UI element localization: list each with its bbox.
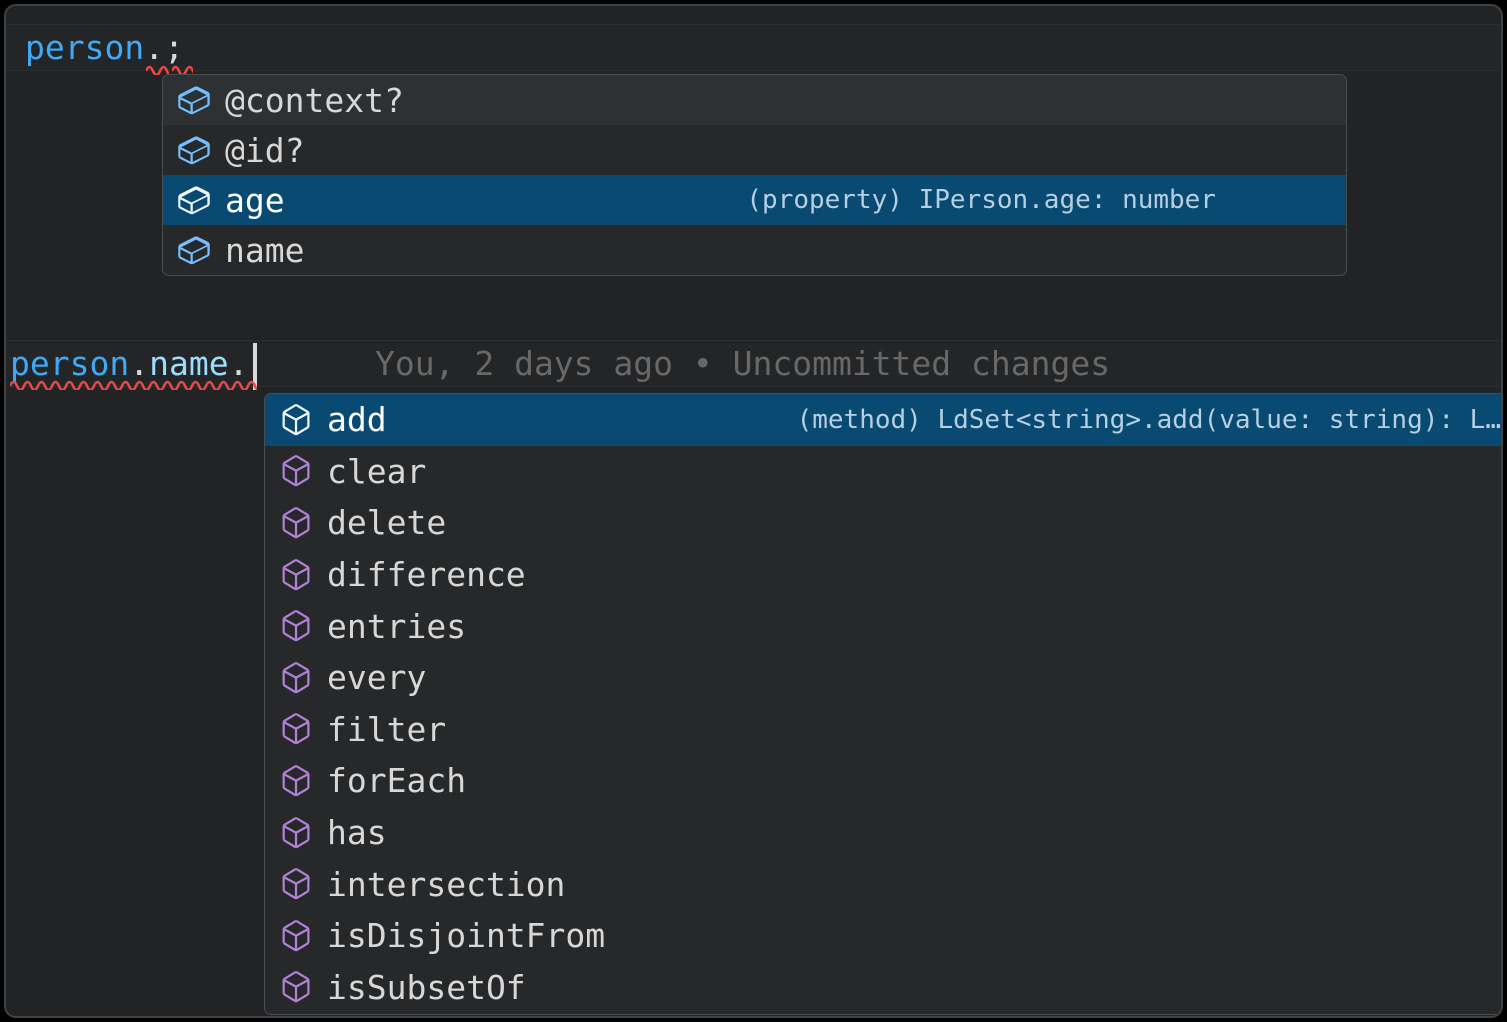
symbol-method-icon [278,557,314,593]
suggestion-label: age [225,181,285,220]
code-token: name [149,344,228,383]
symbol-method-icon [278,815,314,851]
symbol-field-icon [176,132,212,168]
symbol-method-icon [278,711,314,747]
code-text: person.name. [10,341,248,386]
suggestion-item[interactable]: isDisjointFrom [265,910,1503,962]
suggestion-item[interactable]: clear [265,446,1503,498]
suggestion-detail: (method) LdSet<string>.add(value: string… [797,405,1501,435]
suggestion-label: every [327,658,426,697]
suggestion-item[interactable]: @id? [163,125,1346,175]
suggestion-label: isDisjointFrom [327,916,605,955]
code-token: ; [164,28,184,67]
suggestion-label: has [327,813,387,852]
suggestion-item[interactable]: isSubsetOf [265,962,1503,1014]
suggestion-item[interactable]: entries [265,600,1503,652]
suggestion-item[interactable]: forEach [265,755,1503,807]
symbol-method-icon [278,453,314,489]
symbol-method-icon [278,866,314,902]
suggest-widget-bottom: add (method) LdSet<string>.add(value: str… [264,393,1503,1015]
suggestion-item[interactable]: @context? [163,75,1346,125]
suggestion-item[interactable]: delete [265,497,1503,549]
suggestion-item[interactable]: intersection [265,858,1503,910]
code-token: person [10,344,129,383]
suggestion-label: forEach [327,761,466,800]
symbol-field-icon [176,182,212,218]
code-token: . [144,28,164,67]
suggestion-item[interactable]: difference [265,549,1503,601]
symbol-method-icon [278,918,314,954]
suggestion-item[interactable]: name [163,225,1346,275]
suggestion-label: @id? [225,131,304,170]
git-blame-annotation: You, 2 days ago • Uncommitted changes [375,341,1110,386]
code-token: . [129,344,149,383]
suggestion-label: intersection [327,865,565,904]
code-line-1[interactable]: person.; [6,24,1501,71]
symbol-method-icon [278,608,314,644]
suggest-widget-top: @context? @id? age (property) IPerson.age: … [162,74,1347,276]
suggestion-item[interactable]: filter [265,704,1503,756]
symbol-method-icon [278,660,314,696]
suggestion-label: difference [327,555,526,594]
symbol-method-icon [278,505,314,541]
screenshot-frame: person.; @context? @id? age (property) IPer… [0,0,1507,1022]
code-token: . [229,344,249,383]
suggestion-item[interactable]: add (method) LdSet<string>.add(value: str… [265,394,1503,446]
suggestion-label: delete [327,503,446,542]
symbol-field-icon [176,82,212,118]
code-token: person [25,28,144,67]
suggestion-label: filter [327,710,446,749]
code-line-2[interactable]: person.name. You, 2 days ago • Uncommitt… [6,340,1501,387]
symbol-method-icon [278,969,314,1005]
suggestion-item[interactable]: has [265,807,1503,859]
text-cursor [253,343,257,390]
suggestion-label: name [225,231,304,270]
suggestion-detail: (property) IPerson.age: number [746,185,1216,215]
symbol-method-icon [278,763,314,799]
symbol-method-icon [278,402,314,438]
suggestion-label: add [327,400,387,439]
suggestion-label: @context? [225,81,404,120]
suggestion-item[interactable]: every [265,652,1503,704]
code-text: person.; [25,25,184,70]
suggestion-label: entries [327,607,466,646]
suggestion-label: isSubsetOf [327,968,526,1007]
editor-window: person.; @context? @id? age (property) IPer… [4,4,1503,1018]
symbol-field-icon [176,232,212,268]
suggestion-label: clear [327,452,426,491]
suggestion-item[interactable]: age (property) IPerson.age: number [163,175,1346,225]
